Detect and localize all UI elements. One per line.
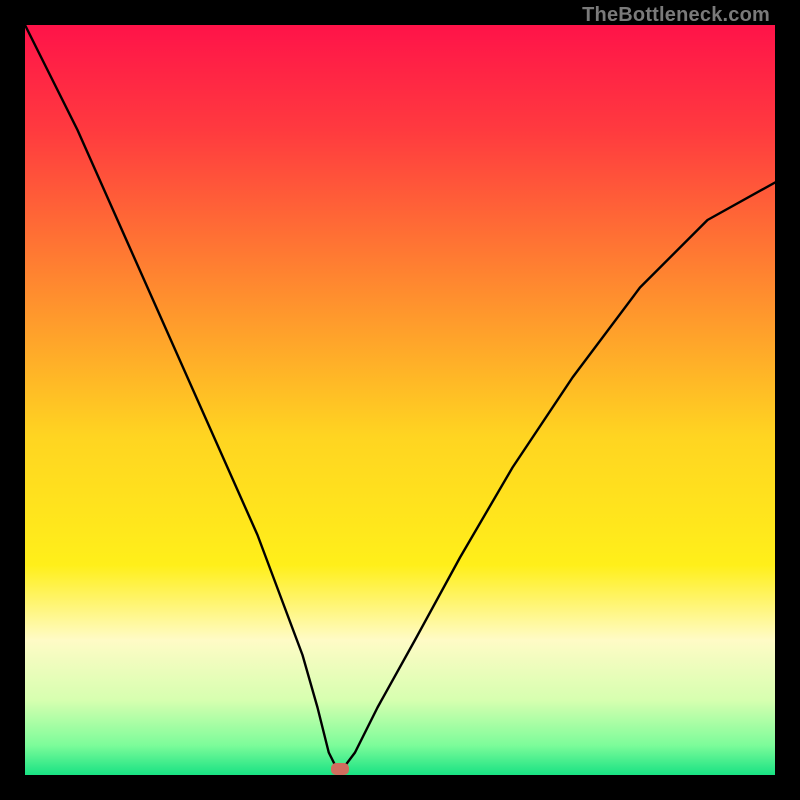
bottleneck-curve [25,25,775,775]
plot-area [25,25,775,775]
optimal-point-marker [331,763,349,775]
watermark-text: TheBottleneck.com [582,4,770,27]
chart-frame: TheBottleneck.com [0,0,800,800]
